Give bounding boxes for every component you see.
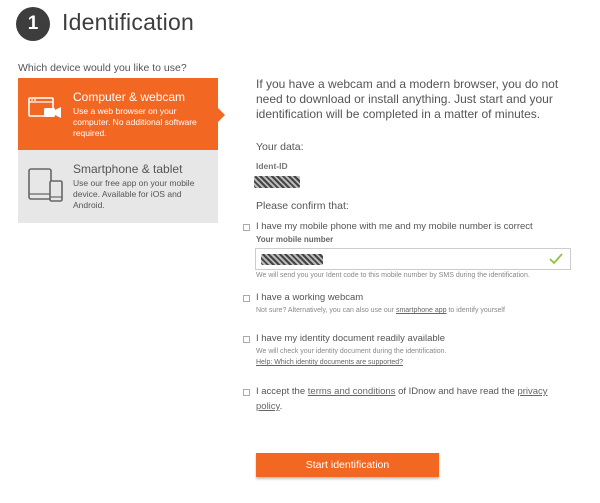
privacy-policy-link[interactable]: privacy <box>517 386 547 397</box>
computer-webcam-icon <box>28 96 64 151</box>
document-hint: We will check your identity document dur… <box>256 348 447 355</box>
supported-documents-help-link[interactable]: Help: Which identity documents are suppo… <box>256 359 403 366</box>
mobile-confirm-checkbox[interactable] <box>243 224 250 231</box>
valid-check-icon <box>549 253 563 265</box>
webcam-hint-text: Not sure? Alternatively, you can also us… <box>256 307 396 314</box>
webcam-hint-text-end: to identify yourself <box>446 307 505 314</box>
webcam-confirm-checkbox[interactable] <box>243 295 250 302</box>
confirm-heading: Please confirm that: <box>256 200 349 212</box>
smartphone-tablet-icon <box>28 168 64 223</box>
intro-text: If you have a webcam and a modern browse… <box>256 77 559 121</box>
terms-and-conditions-link[interactable]: terms and conditions <box>308 386 396 397</box>
device-option-title: Smartphone & tablet <box>73 162 183 176</box>
start-identification-button[interactable]: Start identification <box>256 453 439 477</box>
document-confirm-label[interactable]: I have my identity document readily avai… <box>256 333 445 344</box>
privacy-policy-link-cont[interactable]: policy <box>256 401 280 412</box>
mobile-number-input[interactable] <box>255 248 571 270</box>
mobile-number-value-redacted <box>261 254 323 265</box>
terms-confirm-label[interactable]: I accept the terms and conditions of IDn… <box>256 386 548 397</box>
smartphone-app-link[interactable]: smartphone app <box>396 307 447 314</box>
mobile-number-label: Your mobile number <box>256 235 334 244</box>
ident-id-label: Ident-ID <box>256 161 288 171</box>
device-option-description: Use our free app on your mobile device. … <box>73 178 195 210</box>
device-question: Which device would you like to use? <box>18 62 187 74</box>
step-number-badge: 1 <box>16 7 50 41</box>
page-title: Identification <box>62 9 194 35</box>
ident-id-value-redacted <box>254 176 300 188</box>
device-option-smartphone[interactable]: Smartphone & tablet Use our free app on … <box>18 150 218 223</box>
terms-text-mid: of IDnow and have read the <box>395 386 518 397</box>
device-option-computer[interactable]: Computer & webcam Use a web browser on y… <box>18 78 225 151</box>
device-option-description: Use a web browser on your computer. No a… <box>73 106 197 138</box>
mobile-hint: We will send you your Ident code to this… <box>256 272 530 279</box>
mobile-confirm-label[interactable]: I have my mobile phone with me and my mo… <box>256 221 533 232</box>
webcam-confirm-label[interactable]: I have a working webcam <box>256 292 363 303</box>
your-data-heading: Your data: <box>256 141 304 153</box>
document-confirm-checkbox[interactable] <box>243 336 250 343</box>
terms-text-end: . <box>279 401 283 412</box>
webcam-hint: Not sure? Alternatively, you can also us… <box>256 307 505 314</box>
terms-confirm-checkbox[interactable] <box>243 389 250 396</box>
terms-confirm-label-cont: policy. <box>256 401 282 412</box>
terms-text: I accept the <box>256 386 308 397</box>
device-option-title: Computer & webcam <box>73 90 186 104</box>
